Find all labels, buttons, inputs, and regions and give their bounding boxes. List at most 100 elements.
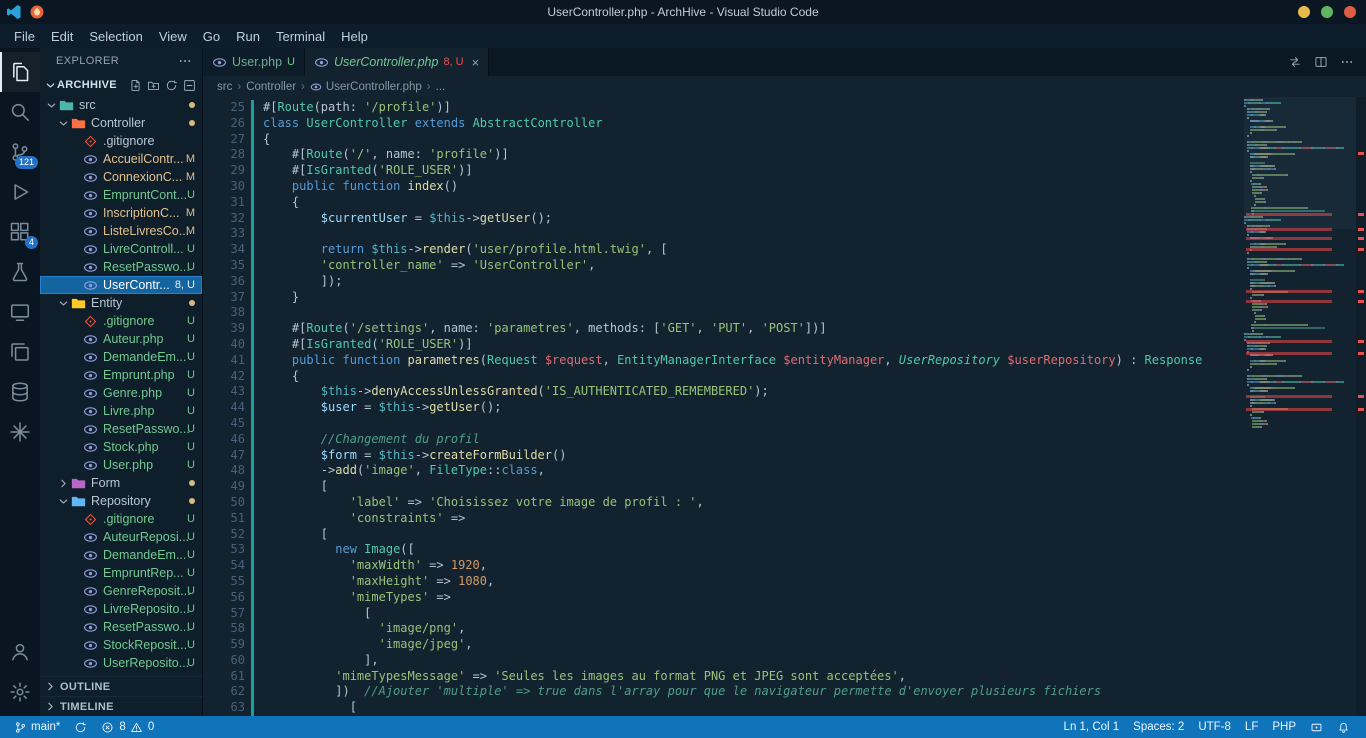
- tree-item-auteur-php[interactable]: Auteur.phpU: [40, 330, 202, 348]
- tree-item-connexionc[interactable]: ConnexionC...M: [40, 168, 202, 186]
- collapse-folders-icon[interactable]: [183, 79, 196, 92]
- indentation-status[interactable]: Spaces: 2: [1127, 716, 1190, 738]
- menu-item-help[interactable]: Help: [333, 29, 376, 44]
- run-debug-icon[interactable]: [0, 172, 40, 212]
- breadcrumb-item-src[interactable]: src: [217, 81, 232, 93]
- split-editor-icon[interactable]: [1314, 55, 1328, 69]
- cursor-position-status[interactable]: Ln 1, Col 1: [1058, 716, 1126, 738]
- settings-icon[interactable]: [0, 672, 40, 712]
- php-file-icon: [82, 170, 98, 185]
- database-icon[interactable]: [0, 372, 40, 412]
- git-status-badge: U: [187, 369, 195, 381]
- minimap[interactable]: [1244, 97, 1356, 716]
- pages-icon[interactable]: [0, 332, 40, 372]
- tree-item-gitignore[interactable]: .gitignoreU: [40, 510, 202, 528]
- tab-user-php[interactable]: User.phpU: [203, 48, 305, 76]
- new-file-icon[interactable]: [129, 79, 142, 92]
- tree-item-genrereposit[interactable]: GenreReposit...U: [40, 582, 202, 600]
- search-icon[interactable]: [0, 92, 40, 132]
- breadcrumb-item-usercontroller-php[interactable]: UserController.php: [310, 81, 422, 93]
- line-number: 61: [203, 669, 245, 685]
- tree-item-entity[interactable]: Entity: [40, 294, 202, 312]
- tree-item-genre-php[interactable]: Genre.phpU: [40, 384, 202, 402]
- tree-item-userreposito[interactable]: UserReposito...U: [40, 654, 202, 672]
- git-status-badge: U: [187, 351, 195, 363]
- tree-item-usercontr[interactable]: UserContr...8, U: [40, 276, 202, 294]
- sync-changes-button[interactable]: [68, 716, 93, 738]
- close-window-button[interactable]: [1344, 6, 1356, 18]
- breadcrumb-item-[interactable]: ...: [436, 81, 446, 93]
- remote-explorer-icon[interactable]: [0, 292, 40, 332]
- tree-item-empruntrep[interactable]: EmpruntRep...U: [40, 564, 202, 582]
- code-area[interactable]: 25#[Route(path: '/profile')]26class User…: [203, 97, 1244, 716]
- tab-usercontroller-php[interactable]: UserController.php8, U×: [305, 48, 489, 76]
- more-actions-icon[interactable]: [1340, 55, 1354, 69]
- warning-icon: [130, 721, 143, 734]
- breadcrumb-item-controller[interactable]: Controller: [246, 81, 296, 93]
- minimize-button[interactable]: [1298, 6, 1310, 18]
- php-file-icon: [82, 422, 98, 437]
- tree-item-src[interactable]: src: [40, 96, 202, 114]
- explorer-icon[interactable]: [0, 52, 40, 92]
- tree-item-gitignore[interactable]: .gitignoreU: [40, 312, 202, 330]
- minimap-visible-region: [1244, 97, 1356, 229]
- notifications-bell-icon[interactable]: [1331, 716, 1356, 738]
- tree-item-auteurreposi[interactable]: AuteurReposi...U: [40, 528, 202, 546]
- tree-item-demandeem[interactable]: DemandeEm...U: [40, 546, 202, 564]
- tree-item-gitignore[interactable]: .gitignore: [40, 132, 202, 150]
- workspace-section-header[interactable]: ARCHHIVE: [40, 74, 202, 96]
- open-changes-icon[interactable]: [1288, 55, 1302, 69]
- tree-item-livre-php[interactable]: Livre.phpU: [40, 402, 202, 420]
- menu-item-terminal[interactable]: Terminal: [268, 29, 333, 44]
- tree-item-stockreposit[interactable]: StockReposit...U: [40, 636, 202, 654]
- code-line: 39 #[Route('/settings', name: 'parametre…: [203, 321, 1244, 337]
- tree-item-form[interactable]: Form: [40, 474, 202, 492]
- php-file-icon: [82, 458, 98, 473]
- refresh-explorer-icon[interactable]: [165, 79, 178, 92]
- menu-item-run[interactable]: Run: [228, 29, 268, 44]
- tree-item-inscriptionc[interactable]: InscriptionC...M: [40, 204, 202, 222]
- git-status-badge: M: [186, 225, 195, 237]
- explorer-more-icon[interactable]: [178, 54, 192, 68]
- tree-item-stock-php[interactable]: Stock.phpU: [40, 438, 202, 456]
- outline-section[interactable]: OUTLINE: [40, 676, 202, 696]
- language-mode-status[interactable]: PHP: [1266, 716, 1302, 738]
- encoding-status[interactable]: UTF-8: [1192, 716, 1237, 738]
- vscode-app-icon: [6, 4, 22, 20]
- new-folder-icon[interactable]: [147, 79, 160, 92]
- screencast-icon[interactable]: [1304, 716, 1329, 738]
- tree-item-user-php[interactable]: User.phpU: [40, 456, 202, 474]
- source-control-icon[interactable]: 121: [0, 132, 40, 172]
- tree-item-emprunt-php[interactable]: Emprunt.phpU: [40, 366, 202, 384]
- editor-actions: [1276, 48, 1366, 76]
- menu-item-go[interactable]: Go: [195, 29, 228, 44]
- eol-status[interactable]: LF: [1239, 716, 1264, 738]
- tree-item-listelivresco[interactable]: ListeLivresCo...M: [40, 222, 202, 240]
- accounts-icon[interactable]: [0, 632, 40, 672]
- maximize-button[interactable]: [1321, 6, 1333, 18]
- problems-status[interactable]: 8 0: [95, 716, 160, 738]
- tree-item-resetpasswo[interactable]: ResetPasswo...U: [40, 420, 202, 438]
- line-number: 25: [203, 100, 245, 116]
- menu-item-selection[interactable]: Selection: [81, 29, 150, 44]
- timeline-section[interactable]: TIMELINE: [40, 696, 202, 716]
- git-branch-status[interactable]: main*: [8, 716, 66, 738]
- tree-item-livrecontroll[interactable]: LivreControll...U: [40, 240, 202, 258]
- menu-item-edit[interactable]: Edit: [43, 29, 81, 44]
- tree-item-empruntcont[interactable]: EmpruntCont...U: [40, 186, 202, 204]
- tree-item-resetpasswo[interactable]: ResetPasswo...U: [40, 258, 202, 276]
- testing-icon[interactable]: [0, 252, 40, 292]
- sparkle-icon[interactable]: [0, 412, 40, 452]
- close-tab-icon[interactable]: ×: [472, 55, 480, 70]
- tree-item-demandeem[interactable]: DemandeEm...U: [40, 348, 202, 366]
- tree-item-accueilcontr[interactable]: AccueilContr...M: [40, 150, 202, 168]
- tree-item-controller[interactable]: Controller: [40, 114, 202, 132]
- tree-item-livrereposito[interactable]: LivreReposito...U: [40, 600, 202, 618]
- tree-item-label: LivreControll...: [103, 242, 184, 256]
- menu-item-view[interactable]: View: [151, 29, 195, 44]
- menu-item-file[interactable]: File: [6, 29, 43, 44]
- tree-item-repository[interactable]: Repository: [40, 492, 202, 510]
- tree-item-resetpasswo[interactable]: ResetPasswo...U: [40, 618, 202, 636]
- line-number: 46: [203, 432, 245, 448]
- extensions-icon[interactable]: 4: [0, 212, 40, 252]
